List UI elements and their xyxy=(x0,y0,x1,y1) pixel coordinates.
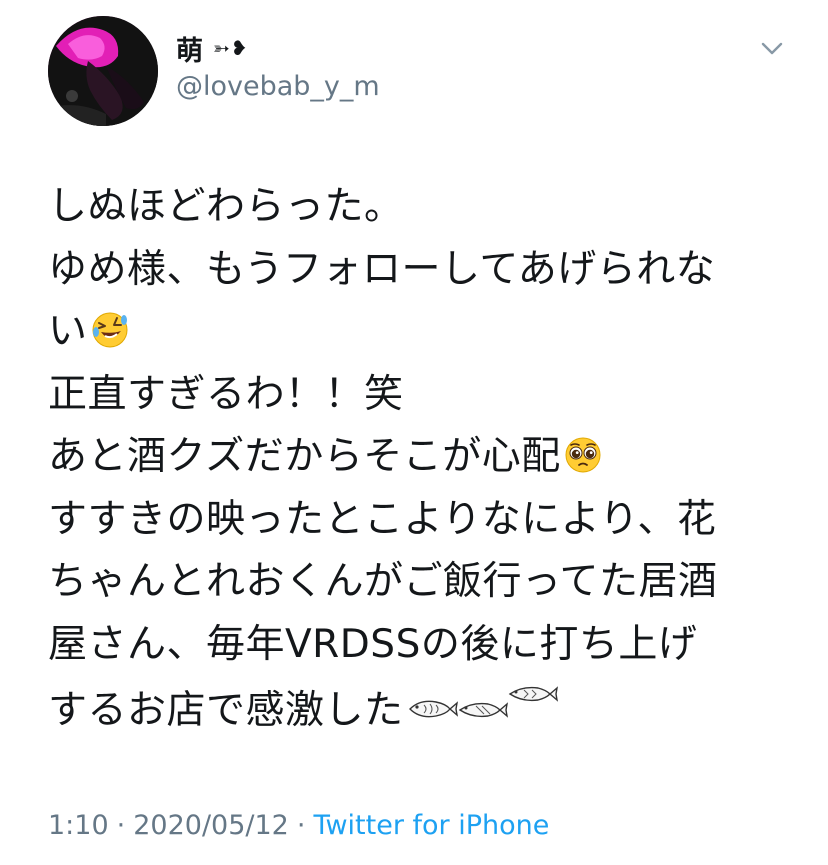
user-handle[interactable]: @lovebab_y_m xyxy=(176,71,380,102)
tweet-line: しぬほどわらった。 xyxy=(48,184,404,229)
fish-emoji xyxy=(506,679,558,711)
meta-separator: · xyxy=(296,810,306,841)
tweet-line: 屋さん、毎年VRDSSの後に打ち上げ xyxy=(48,621,698,667)
tweet-line: い xyxy=(48,301,788,364)
tweet-time[interactable]: 1:10 xyxy=(48,810,109,841)
fish-emoji xyxy=(406,693,458,725)
pleading-face-emoji xyxy=(563,435,603,475)
tweet-line: あと酒クズだからそこが心配 xyxy=(48,426,788,489)
tweet-meta: 1:10 · 2020/05/12 · Twitter for iPhone xyxy=(48,810,549,841)
name-row[interactable]: 萌 ➳❥ xyxy=(176,29,249,68)
chevron-down-icon[interactable] xyxy=(758,36,786,60)
avatar-image xyxy=(48,16,158,126)
name-decoration: ➳❥ xyxy=(213,36,249,60)
tweet-line-text: あと酒クズだからそこが心配 xyxy=(48,434,561,479)
tweet-line-text: い xyxy=(48,309,88,354)
tweet-source-link[interactable]: Twitter for iPhone xyxy=(313,810,549,841)
avatar[interactable] xyxy=(48,16,158,126)
tweet-line: ゆめ様、もうフォローしてあげられな xyxy=(48,246,716,292)
tweet-text: しぬほどわらった。 ゆめ様、もうフォローしてあげられな い 正直すぎるわ！！笑 … xyxy=(48,176,788,739)
tweet-date[interactable]: 2020/05/12 xyxy=(133,810,289,841)
meta-separator: · xyxy=(116,810,126,841)
tweet-line: ちゃんとれおくんがご飯行ってた居酒 xyxy=(48,559,718,604)
tweet-card: 萌 ➳❥ @lovebab_y_m しぬほどわらった。 ゆめ様、もうフォローして… xyxy=(0,0,828,865)
fish-emoji-group xyxy=(408,676,558,739)
tweet-line-text: するお店で感激した xyxy=(48,688,404,733)
tweet-line: すすきの映ったとこよりなにより、花 xyxy=(48,496,717,542)
fish-emoji xyxy=(456,693,508,725)
rolling-on-floor-laughing-emoji xyxy=(90,310,130,350)
tweet-line: 正直すぎるわ！！笑 xyxy=(48,371,404,417)
display-name[interactable]: 萌 xyxy=(176,29,203,68)
tweet-line: するお店で感激した xyxy=(48,676,788,739)
